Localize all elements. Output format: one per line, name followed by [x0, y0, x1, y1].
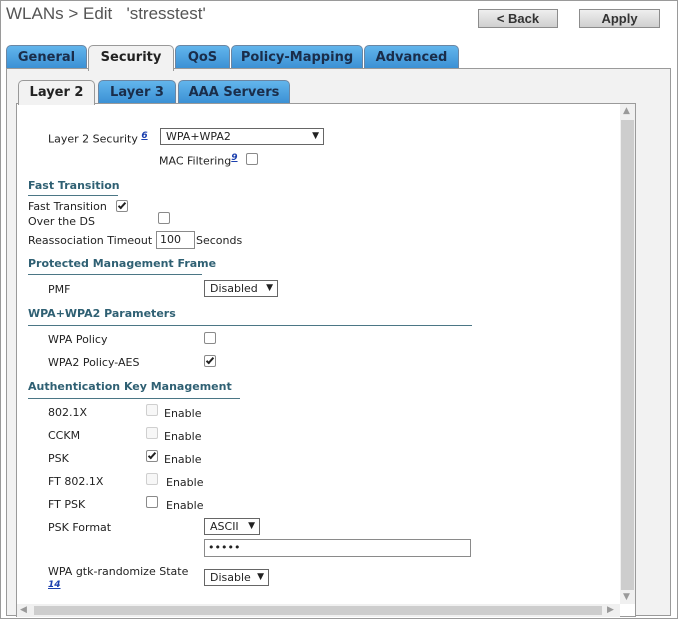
- akm-heading: Authentication Key Management: [28, 380, 232, 393]
- akm-enable-label: Enable: [166, 476, 204, 489]
- akm-enable-label: Enable: [166, 499, 204, 512]
- tab-general[interactable]: General: [6, 45, 87, 69]
- subtab-layer2[interactable]: Layer 2: [18, 80, 95, 105]
- layer2-security-label: Layer 2 Security 6: [48, 131, 148, 146]
- akm-ft-8021x-checkbox: [146, 473, 158, 485]
- main-tab-bar: General Security QoS Policy-Mapping Adva…: [6, 45, 666, 71]
- psk-format-label: PSK Format: [48, 521, 112, 534]
- fast-transition-heading: Fast Transition: [28, 179, 120, 192]
- scroll-left-icon[interactable]: ◀: [20, 605, 27, 615]
- layer2-content: Layer 2 Security 6 WPA+WPA2 ▼ MAC Filteri…: [16, 103, 636, 617]
- akm-8021x-checkbox: [146, 404, 158, 416]
- scroll-up-icon[interactable]: ▲: [623, 106, 630, 116]
- checkmark-icon: [205, 355, 215, 365]
- akm-divider: [28, 398, 240, 399]
- back-button[interactable]: < Back: [478, 9, 558, 28]
- over-the-ds-checkbox[interactable]: [158, 212, 170, 224]
- chevron-down-icon: ▼: [248, 521, 255, 531]
- akm-enable-label: Enable: [164, 453, 202, 466]
- vertical-scrollbar[interactable]: ▲ ▼: [620, 104, 635, 604]
- pmf-divider: [28, 274, 202, 275]
- checkmark-icon: [117, 200, 127, 210]
- sub-tab-bar: Layer 2 Layer 3 AAA Servers: [18, 80, 318, 105]
- psk-passphrase-input[interactable]: •••••: [204, 539, 471, 557]
- reassociation-timeout-label: Reassociation Timeout: [28, 234, 153, 247]
- mac-filtering-label: MAC Filtering9: [159, 153, 238, 168]
- reassociation-timeout-input[interactable]: 100: [156, 231, 195, 249]
- wpa2-policy-aes-label: WPA2 Policy-AES: [48, 356, 140, 369]
- layer2-security-select[interactable]: WPA+WPA2 ▼: [160, 128, 324, 145]
- reassociation-timeout-unit: Seconds: [196, 234, 243, 247]
- akm-row-label: 802.1X: [48, 406, 88, 419]
- fast-transition-label: Fast Transition: [28, 200, 107, 213]
- pmf-select[interactable]: Disabled ▼: [204, 280, 278, 297]
- tab-security[interactable]: Security: [88, 45, 174, 71]
- akm-row-label: CCKM: [48, 429, 81, 442]
- tab-policy-mapping[interactable]: Policy-Mapping: [231, 45, 363, 69]
- gtk-footnote-link[interactable]: 14: [48, 580, 61, 590]
- chevron-down-icon: ▼: [312, 131, 319, 141]
- layer2-security-footnote-link[interactable]: 6: [141, 131, 147, 141]
- psk-format-select[interactable]: ASCII ▼: [204, 518, 260, 535]
- wpa-params-heading: WPA+WPA2 Parameters: [28, 307, 176, 320]
- mac-filtering-footnote-link[interactable]: 9: [231, 153, 237, 163]
- subtab-layer3[interactable]: Layer 3: [98, 80, 176, 104]
- wpa-policy-checkbox[interactable]: [204, 332, 216, 344]
- pmf-heading: Protected Management Frame: [28, 257, 217, 270]
- horizontal-scroll-thumb[interactable]: [34, 606, 602, 615]
- akm-ft-psk-checkbox[interactable]: [146, 496, 158, 508]
- over-the-ds-label: Over the DS: [28, 215, 95, 228]
- apply-button[interactable]: Apply: [579, 9, 660, 28]
- mac-filtering-checkbox[interactable]: [246, 153, 258, 165]
- fast-transition-checkbox[interactable]: [116, 200, 128, 212]
- akm-row-label: PSK: [48, 452, 69, 465]
- pmf-label: PMF: [48, 283, 71, 296]
- akm-psk-checkbox[interactable]: [146, 450, 158, 462]
- akm-row-label: FT PSK: [48, 498, 86, 511]
- chevron-down-icon: ▼: [257, 572, 264, 582]
- checkmark-icon: [147, 450, 157, 460]
- scroll-right-icon[interactable]: ▶: [607, 605, 614, 615]
- gtk-randomize-footnote: 14: [48, 577, 61, 590]
- tab-advanced[interactable]: Advanced: [364, 45, 459, 69]
- wpa-policy-label: WPA Policy: [48, 333, 108, 346]
- akm-enable-label: Enable: [164, 430, 202, 443]
- vertical-scroll-thumb[interactable]: [621, 120, 634, 590]
- gtk-randomize-select[interactable]: Disable ▼: [204, 569, 269, 586]
- fast-transition-divider: [28, 195, 118, 196]
- gtk-randomize-label: WPA gtk-randomize State: [48, 565, 189, 578]
- akm-row-label: FT 802.1X: [48, 475, 104, 488]
- subtab-aaa-servers[interactable]: AAA Servers: [178, 80, 290, 104]
- scroll-down-icon[interactable]: ▼: [623, 592, 630, 602]
- page-title: WLANs > Edit 'stresstest': [6, 4, 206, 23]
- tab-qos[interactable]: QoS: [175, 45, 230, 69]
- akm-enable-label: Enable: [164, 407, 202, 420]
- chevron-down-icon: ▼: [266, 283, 273, 293]
- horizontal-scrollbar[interactable]: ◀ ▶: [17, 604, 620, 617]
- akm-cckm-checkbox: [146, 427, 158, 439]
- wpa2-policy-aes-checkbox[interactable]: [204, 355, 216, 367]
- wpa-params-divider: [28, 325, 472, 326]
